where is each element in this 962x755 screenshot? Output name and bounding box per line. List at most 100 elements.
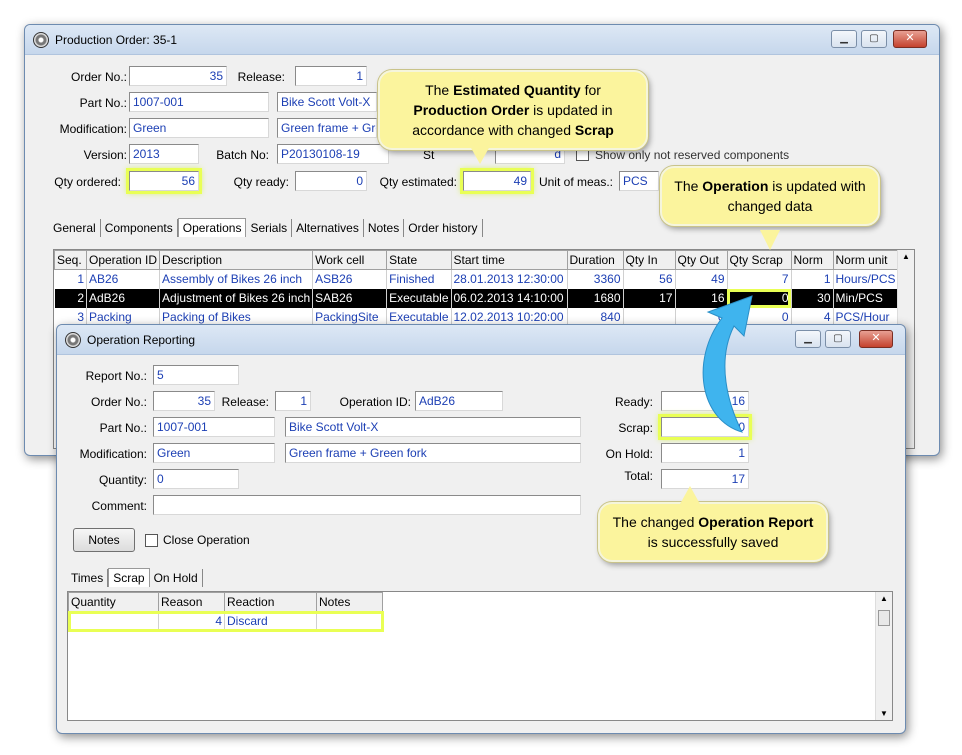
cell-state: Executable bbox=[386, 288, 452, 308]
cell-reason: 4 bbox=[158, 611, 225, 631]
col-description[interactable]: Description bbox=[159, 250, 314, 270]
release-label: Release: bbox=[237, 70, 285, 84]
qty-ready-field[interactable]: 0 bbox=[295, 171, 367, 191]
cell-duration: 1680 bbox=[567, 288, 624, 308]
close-button[interactable]: ✕ bbox=[893, 30, 927, 48]
operation-reporting-titlebar[interactable]: Operation Reporting ▁ ▢ ✕ bbox=[57, 325, 905, 355]
col-norm[interactable]: Norm bbox=[790, 250, 834, 270]
tab-notes[interactable]: Notes bbox=[364, 219, 405, 237]
ready-field[interactable]: 16 bbox=[661, 391, 749, 411]
app-gear-icon bbox=[65, 332, 81, 348]
release-field[interactable]: 1 bbox=[295, 66, 367, 86]
rep-modification-field[interactable]: Green bbox=[153, 443, 275, 463]
tab-scrap[interactable]: Scrap bbox=[108, 568, 150, 587]
cell-quantity bbox=[68, 611, 159, 631]
scrap-label: Scrap: bbox=[618, 421, 653, 435]
report-no-field[interactable]: 5 bbox=[153, 365, 239, 385]
scroll-up-icon[interactable]: ▲ bbox=[902, 252, 910, 261]
rep-part-desc-field[interactable]: Bike Scott Volt-X bbox=[285, 417, 581, 437]
col-start-time[interactable]: Start time bbox=[450, 250, 568, 270]
modification-desc-field[interactable]: Green frame + Gre bbox=[277, 118, 377, 138]
scrap-grid: Quantity Reason Reaction Notes 4 Discard… bbox=[67, 591, 893, 721]
col-qty-scrap[interactable]: Qty Scrap bbox=[726, 250, 792, 270]
callout-text: is successfully saved bbox=[647, 534, 779, 550]
comment-field[interactable] bbox=[153, 495, 581, 515]
cell-state: Finished bbox=[386, 269, 452, 289]
tab-order-history[interactable]: Order history bbox=[404, 219, 483, 237]
table-row[interactable]: 4 Discard bbox=[68, 610, 384, 632]
part-no-label: Part No.: bbox=[79, 96, 127, 110]
tab-general[interactable]: General bbox=[49, 219, 101, 237]
rep-part-no-field[interactable]: 1007-001 bbox=[153, 417, 275, 437]
part-no-field[interactable]: 1007-001 bbox=[129, 92, 269, 112]
minimize-button[interactable]: ▁ bbox=[831, 30, 857, 48]
callout-tail bbox=[470, 146, 490, 164]
qty-ordered-field[interactable]: 56 bbox=[126, 168, 202, 194]
part-desc-field[interactable]: Bike Scott Volt-X bbox=[277, 92, 377, 112]
rep-order-no-field[interactable]: 35 bbox=[153, 391, 215, 411]
rep-part-no-label: Part No.: bbox=[99, 421, 147, 435]
qty-estimated-field[interactable]: 49 bbox=[460, 168, 534, 194]
col-reaction[interactable]: Reaction bbox=[224, 592, 317, 612]
unit-field[interactable]: PCS bbox=[619, 171, 659, 191]
callout-bold: Scrap bbox=[574, 122, 614, 138]
col-operation-id[interactable]: Operation ID bbox=[85, 250, 161, 270]
scroll-thumb[interactable] bbox=[878, 610, 890, 626]
scrap-field[interactable]: 0 bbox=[658, 414, 752, 440]
tab-operations[interactable]: Operations bbox=[177, 218, 247, 237]
callout-bold: Estimated Quantity bbox=[453, 82, 581, 98]
cell-operation-id: AB26 bbox=[86, 269, 161, 289]
col-notes[interactable]: Notes bbox=[316, 592, 383, 612]
cell-start-time: 28.01.2013 12:30:00 bbox=[451, 269, 568, 289]
cell-qty-scrap: 7 bbox=[727, 269, 792, 289]
batch-field[interactable]: P20130108-19 bbox=[277, 144, 389, 164]
notes-button[interactable]: Notes bbox=[73, 528, 135, 552]
col-quantity[interactable]: Quantity bbox=[68, 592, 159, 612]
tab-alternatives[interactable]: Alternatives bbox=[292, 219, 364, 237]
rep-modification-desc-field[interactable]: Green frame + Green fork bbox=[285, 443, 581, 463]
quantity-label: Quantity: bbox=[98, 473, 147, 487]
col-norm-unit[interactable]: Norm unit bbox=[832, 250, 899, 270]
col-qty-out[interactable]: Qty Out bbox=[674, 250, 728, 270]
tab-components[interactable]: Components bbox=[101, 219, 178, 237]
rep-release-field[interactable]: 1 bbox=[275, 391, 311, 411]
maximize-button[interactable]: ▢ bbox=[825, 330, 851, 348]
scroll-up-icon[interactable]: ▲ bbox=[880, 594, 888, 603]
table-row-selected[interactable]: 2 AdB26 Adjustment of Bikes 26 inch SAB2… bbox=[54, 288, 899, 308]
callout-text: The bbox=[425, 82, 454, 98]
quantity-field[interactable]: 0 bbox=[153, 469, 239, 489]
scrap-scrollbar[interactable]: ▲ ▼ bbox=[875, 592, 892, 720]
callout-bold: Operation bbox=[702, 178, 769, 194]
col-reason[interactable]: Reason bbox=[158, 592, 225, 612]
col-work-cell[interactable]: Work cell bbox=[312, 250, 388, 270]
order-no-field[interactable]: 35 bbox=[129, 66, 227, 86]
status-label: St bbox=[423, 148, 435, 162]
comment-label: Comment: bbox=[91, 499, 147, 513]
batch-label: Batch No: bbox=[216, 148, 269, 162]
minimize-button[interactable]: ▁ bbox=[795, 330, 821, 348]
modification-field[interactable]: Green bbox=[129, 118, 269, 138]
op-id-label: Operation ID: bbox=[339, 395, 411, 409]
total-field[interactable]: 17 bbox=[661, 469, 749, 489]
modification-label: Modification: bbox=[59, 122, 127, 136]
table-row[interactable]: 1 AB26 Assembly of Bikes 26 inch ASB26 F… bbox=[54, 269, 899, 289]
close-button[interactable]: ✕ bbox=[859, 330, 893, 348]
col-duration[interactable]: Duration bbox=[566, 250, 624, 270]
tab-serials[interactable]: Serials bbox=[246, 219, 293, 237]
col-qty-in[interactable]: Qty In bbox=[622, 250, 676, 270]
col-state[interactable]: State bbox=[386, 250, 452, 270]
qty-estimated-label: Qty estimated: bbox=[379, 175, 457, 189]
maximize-button[interactable]: ▢ bbox=[861, 30, 887, 48]
op-id-field[interactable]: AdB26 bbox=[415, 391, 503, 411]
callout-text: The bbox=[674, 178, 703, 194]
scroll-down-icon[interactable]: ▼ bbox=[880, 709, 888, 718]
close-operation-checkbox[interactable] bbox=[145, 534, 158, 547]
cell-notes bbox=[316, 611, 383, 631]
version-field[interactable]: 2013 bbox=[129, 144, 199, 164]
production-order-title: Production Order: 35-1 bbox=[55, 33, 178, 47]
col-seq[interactable]: Seq. bbox=[54, 250, 87, 270]
tab-times[interactable]: Times bbox=[67, 569, 109, 587]
tab-on-hold[interactable]: On Hold bbox=[150, 569, 203, 587]
onhold-field[interactable]: 1 bbox=[661, 443, 749, 463]
production-order-titlebar[interactable]: Production Order: 35-1 ▁ ▢ ✕ bbox=[25, 25, 939, 55]
